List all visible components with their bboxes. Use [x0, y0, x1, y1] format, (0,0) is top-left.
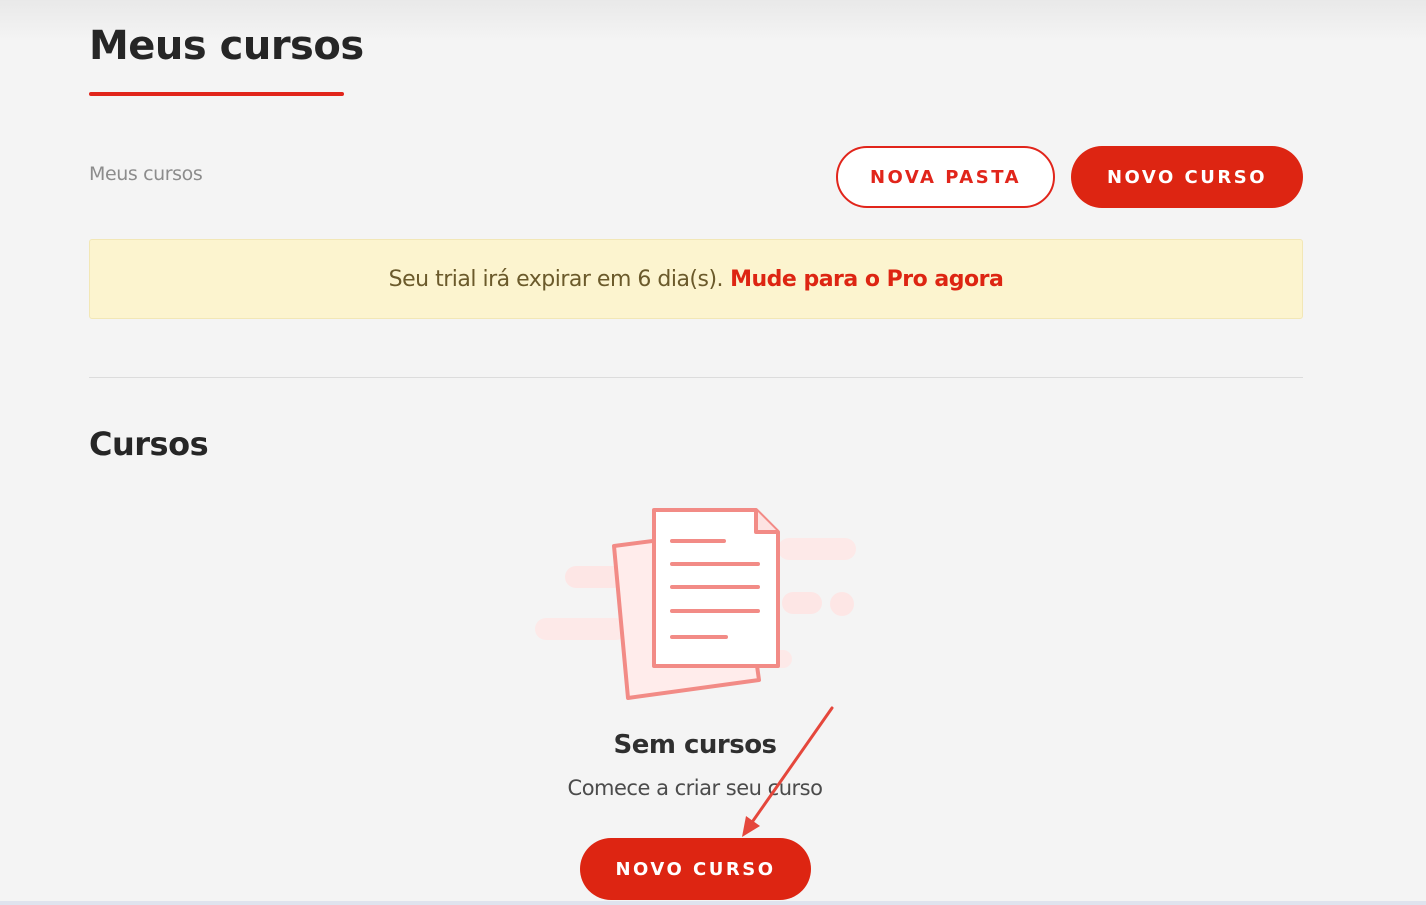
upgrade-link[interactable]: Mude para o Pro agora — [730, 267, 1004, 292]
trial-banner: Seu trial irá expirar em 6 dia(s). Mude … — [89, 239, 1303, 319]
breadcrumb[interactable]: Meus cursos — [89, 163, 203, 185]
empty-state-title: Sem cursos — [613, 730, 777, 760]
empty-state-subtitle: Comece a criar seu curso — [567, 776, 823, 800]
annotation-arrow-icon — [742, 706, 834, 837]
section-divider — [89, 377, 1303, 378]
page-title-underline — [89, 92, 344, 96]
courses-section-title: Cursos — [89, 425, 209, 463]
page-title: Meus cursos — [89, 23, 364, 69]
empty-state-new-course-button[interactable]: NOVO CURSO — [580, 838, 811, 900]
new-folder-button[interactable]: NOVA PASTA — [836, 146, 1055, 208]
trial-message: Seu trial irá expirar em 6 dia(s). — [388, 266, 724, 292]
new-course-button[interactable]: NOVO CURSO — [1071, 146, 1303, 208]
bottom-edge — [0, 901, 1426, 905]
documents-icon — [535, 508, 856, 700]
